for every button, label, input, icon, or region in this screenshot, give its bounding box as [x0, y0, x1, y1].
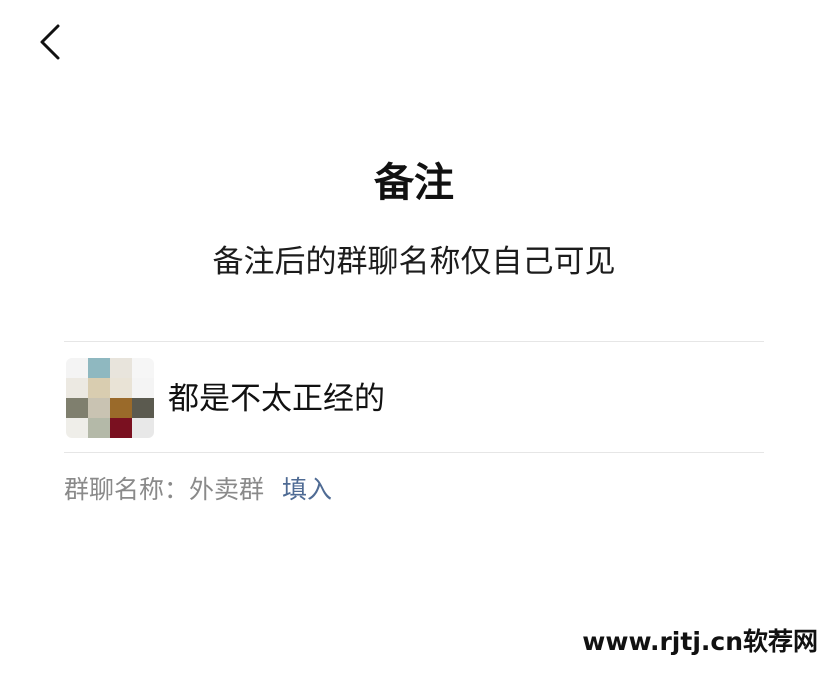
watermark: www.rjtj.cn软荐网 — [582, 627, 818, 656]
avatar-tile — [66, 358, 88, 378]
avatar-tile — [110, 418, 132, 438]
avatar-tile — [110, 378, 132, 398]
chevron-left-icon — [40, 24, 60, 60]
avatar-tile — [88, 398, 110, 418]
divider-bottom — [64, 452, 764, 453]
group-name-label: 群聊名称： — [64, 475, 190, 504]
group-name-value: 外卖群 — [189, 475, 265, 504]
avatar-tile — [132, 358, 154, 378]
avatar-tile — [132, 398, 154, 418]
avatar-tile — [88, 418, 110, 438]
avatar-tile — [66, 378, 88, 398]
avatar-tile — [66, 398, 88, 418]
back-button[interactable] — [36, 22, 72, 62]
page-title: 备注 — [374, 160, 454, 206]
avatar-tile — [88, 358, 110, 378]
avatar-tile — [132, 418, 154, 438]
avatar-tile — [110, 398, 132, 418]
avatar-tile — [88, 378, 110, 398]
page-subtitle: 备注后的群聊名称仅自己可见 — [212, 244, 616, 280]
group-avatar — [66, 358, 154, 438]
avatar-tile — [110, 358, 132, 378]
remark-input[interactable] — [168, 372, 728, 418]
avatar-tile — [132, 378, 154, 398]
remark-row — [64, 342, 764, 452]
group-name-line: 群聊名称：外卖群 填入 — [64, 470, 332, 506]
avatar-tile — [66, 418, 88, 438]
fill-in-link[interactable]: 填入 — [282, 475, 332, 504]
